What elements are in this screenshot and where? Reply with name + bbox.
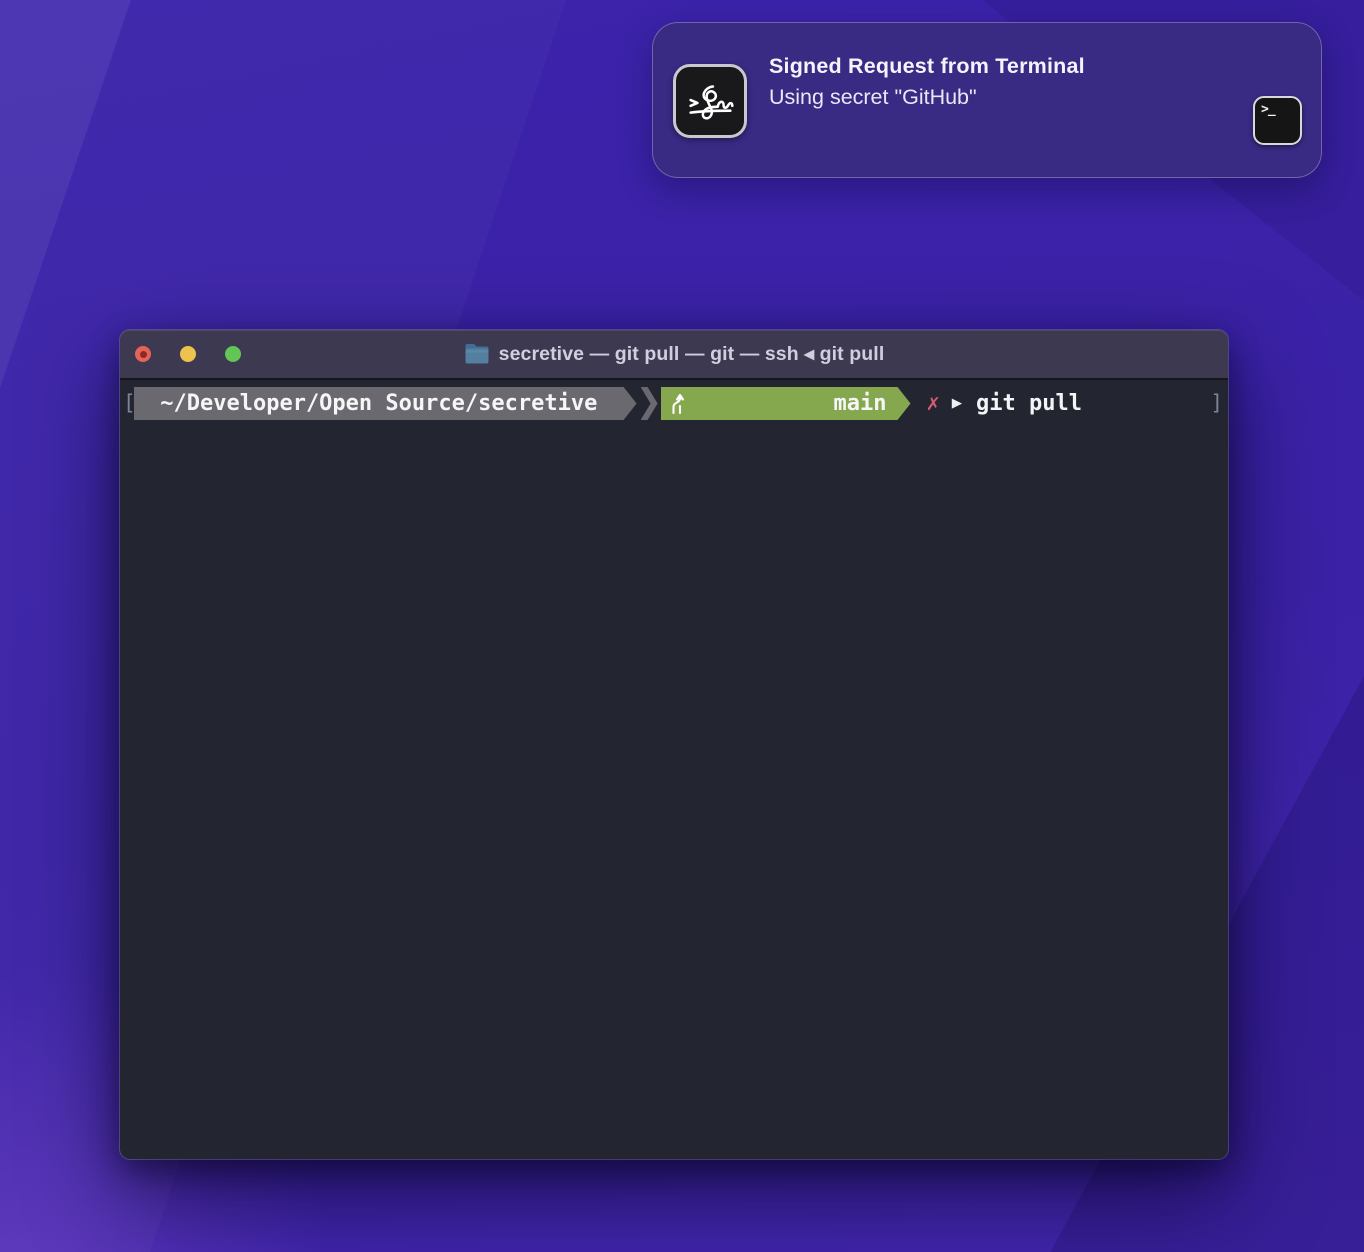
notification-title: Signed Request from Terminal: [769, 51, 1085, 82]
prompt-arrow-icon: ▶: [952, 387, 962, 420]
shell-prompt-line: [ ~/Developer/Open Source/secretive main…: [120, 387, 1228, 420]
git-branch-name: main: [834, 387, 887, 420]
terminal-app-icon: >_: [1253, 96, 1302, 145]
git-branch-segment: main: [661, 387, 911, 420]
desktop: Signed Request from Terminal Using secre…: [0, 0, 1364, 1252]
cwd-path-segment: ~/Developer/Open Source/secretive: [134, 387, 637, 420]
terminal-content[interactable]: [ ~/Developer/Open Source/secretive main…: [120, 380, 1228, 1159]
zoom-button[interactable]: [225, 346, 241, 362]
powerline-separator-icon: [641, 387, 658, 420]
window-title: secretive — git pull — git — ssh ◂ git p…: [499, 342, 885, 366]
minimize-button[interactable]: [180, 346, 196, 362]
window-titlebar[interactable]: secretive — git pull — git — ssh ◂ git p…: [120, 330, 1228, 380]
folder-icon: [464, 343, 490, 365]
notification-banner[interactable]: Signed Request from Terminal Using secre…: [652, 22, 1322, 178]
terminal-window: secretive — git pull — git — ssh ◂ git p…: [120, 330, 1228, 1159]
notification-subtitle: Using secret "GitHub": [769, 82, 1085, 113]
typed-command[interactable]: git pull: [976, 387, 1082, 420]
status-error-icon: ✗: [927, 387, 940, 420]
close-button[interactable]: [135, 346, 151, 362]
prompt-open-bracket: [: [120, 387, 134, 420]
secretive-signature-icon: [673, 64, 747, 138]
prompt-close-bracket: ]: [1210, 387, 1228, 420]
